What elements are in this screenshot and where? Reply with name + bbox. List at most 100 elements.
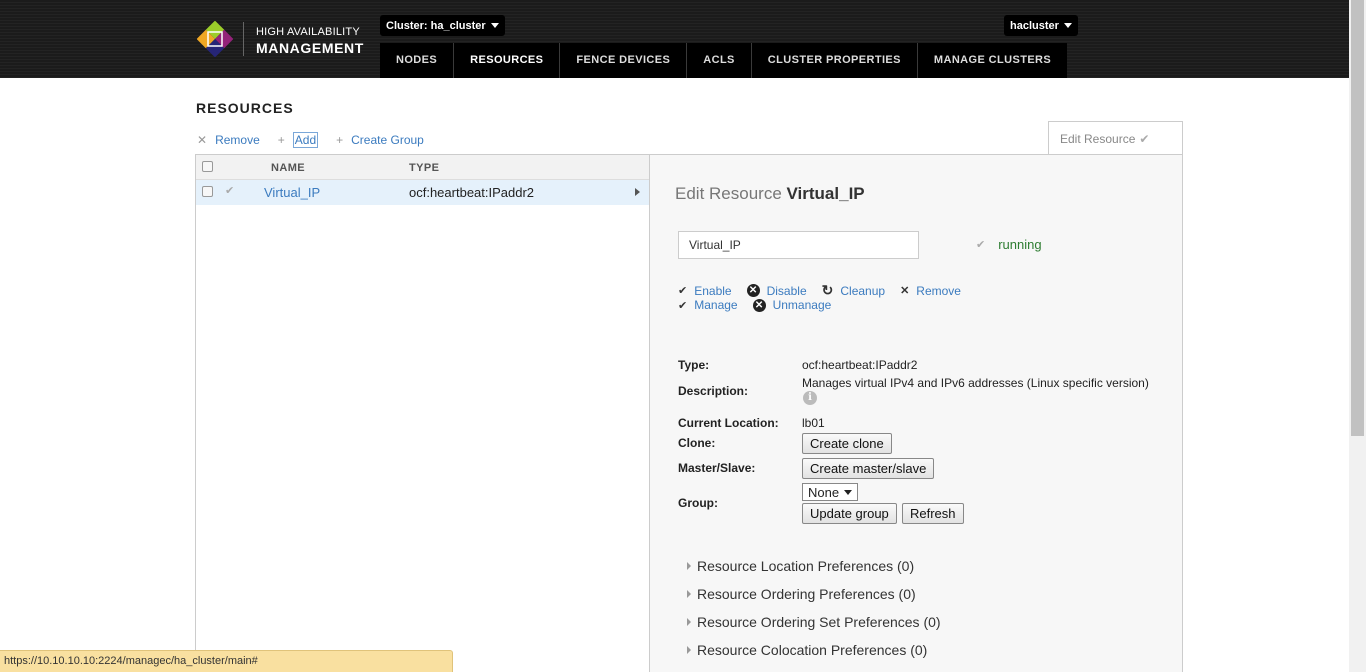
cleanup-label: Cleanup xyxy=(840,283,886,298)
enable-button[interactable]: ✔ Enable xyxy=(678,284,732,298)
edit-resource-panel: Edit Resource Virtual_IP ✔ running ✔ Ena… xyxy=(649,154,1183,672)
type-value: ocf:heartbeat:IPaddr2 xyxy=(802,358,918,372)
page: HIGH AVAILABILITY MANAGEMENT Cluster: ha… xyxy=(0,0,1366,672)
refresh-button[interactable]: Refresh xyxy=(902,503,964,524)
status-badge: ✔ running xyxy=(976,237,1042,252)
remove-resource-button[interactable]: ✕ Remove xyxy=(197,133,260,147)
app-title-line1: HIGH AVAILABILITY xyxy=(256,26,360,38)
current-location-value: lb01 xyxy=(802,416,825,430)
main-nav: NODES RESOURCES FENCE DEVICES ACLS CLUST… xyxy=(380,43,1068,78)
chevron-down-icon xyxy=(490,23,499,28)
app-title-line2: MANAGEMENT xyxy=(256,40,364,56)
plus-icon: + xyxy=(336,133,344,147)
cluster-dropdown-label: Cluster: ha_cluster xyxy=(386,19,486,32)
chevron-right-icon xyxy=(687,562,691,570)
chevron-down-icon xyxy=(844,489,852,495)
page-scrollbar[interactable] xyxy=(1349,0,1366,672)
app-title: HIGH AVAILABILITY MANAGEMENT xyxy=(256,26,364,56)
manage-button[interactable]: ✔ Manage xyxy=(678,298,738,312)
close-icon: ✕ xyxy=(197,133,208,147)
edit-resource-title: Edit Resource Virtual_IP xyxy=(675,184,865,204)
refresh-icon: ↻ xyxy=(821,282,834,298)
cluster-dropdown[interactable]: Cluster: ha_cluster xyxy=(380,15,505,36)
row-checkbox[interactable] xyxy=(202,186,213,197)
remove-label: Remove xyxy=(916,283,961,298)
table-row[interactable]: ✔ Virtual_IP ocf:heartbeat:IPaddr2 xyxy=(196,180,650,205)
check-icon: ✔ xyxy=(1139,132,1150,146)
tab-edit-resource-label: Edit Resource xyxy=(1060,132,1136,146)
cleanup-button[interactable]: ↻ Cleanup xyxy=(822,282,885,299)
logo-divider xyxy=(243,22,244,56)
table-header: NAME TYPE xyxy=(196,155,650,180)
check-icon: ✔ xyxy=(225,185,235,197)
add-resource-button[interactable]: + Add xyxy=(277,132,319,148)
colocation-preferences-label: Resource Colocation Preferences (0) xyxy=(697,642,928,658)
scrollbar-thumb[interactable] xyxy=(1351,0,1364,436)
nav-fence-devices[interactable]: FENCE DEVICES xyxy=(560,43,688,78)
location-preferences-label: Resource Location Preferences (0) xyxy=(697,558,915,574)
top-header: HIGH AVAILABILITY MANAGEMENT Cluster: ha… xyxy=(0,0,1349,78)
nav-acls[interactable]: ACLS xyxy=(687,43,752,78)
enable-label: Enable xyxy=(694,283,732,298)
unmanage-label: Unmanage xyxy=(772,298,832,312)
disable-button[interactable]: ✕ Disable xyxy=(746,283,807,298)
chevron-right-icon xyxy=(687,618,691,626)
create-clone-button[interactable]: Create clone xyxy=(802,433,892,454)
nav-manage-clusters[interactable]: MANAGE CLUSTERS xyxy=(918,43,1067,78)
description-label: Description: xyxy=(678,384,749,398)
current-location-label: Current Location: xyxy=(678,416,779,430)
manage-label: Manage xyxy=(694,298,738,312)
disable-label: Disable xyxy=(766,283,807,298)
chevron-right-icon xyxy=(687,590,691,598)
remove-label: Remove xyxy=(215,133,260,147)
ordering-set-preferences-label: Resource Ordering Set Preferences (0) xyxy=(697,614,941,630)
disable-icon: ✕ xyxy=(746,284,760,297)
ordering-set-preferences-toggle[interactable]: Resource Ordering Set Preferences (0) xyxy=(687,614,941,630)
resource-name-link[interactable]: Virtual_IP xyxy=(264,185,320,200)
nav-nodes[interactable]: NODES xyxy=(380,43,455,78)
group-label: Group: xyxy=(678,496,718,510)
check-icon: ✔ xyxy=(678,285,688,297)
page-title: RESOURCES xyxy=(196,100,294,116)
resource-name-field[interactable] xyxy=(678,231,919,259)
create-group-button[interactable]: + Create Group xyxy=(336,133,424,147)
master-slave-label: Master/Slave: xyxy=(678,461,756,475)
close-icon: ✕ xyxy=(900,285,910,297)
update-group-button[interactable]: Update group xyxy=(802,503,897,524)
column-header-type: TYPE xyxy=(409,162,440,174)
nav-cluster-properties[interactable]: CLUSTER PROPERTIES xyxy=(752,43,918,78)
unmanage-icon: ✕ xyxy=(752,298,766,312)
plus-icon: + xyxy=(277,133,285,147)
resource-type: ocf:heartbeat:IPaddr2 xyxy=(409,185,535,200)
description-value: Manages virtual IPv4 and IPv6 addresses … xyxy=(802,376,1149,390)
group-select[interactable]: None xyxy=(802,483,858,501)
user-dropdown[interactable]: hacluster xyxy=(1004,15,1078,36)
edit-resource-title-name: Virtual_IP xyxy=(786,184,865,203)
resource-ops-row-2: ✔ Manage ✕ Unmanage xyxy=(678,298,846,312)
remove-button[interactable]: ✕ Remove xyxy=(900,284,961,298)
colocation-preferences-toggle[interactable]: Resource Colocation Preferences (0) xyxy=(687,642,927,658)
ordering-preferences-toggle[interactable]: Resource Ordering Preferences (0) xyxy=(687,586,916,602)
location-preferences-toggle[interactable]: Resource Location Preferences (0) xyxy=(687,558,914,574)
column-header-name: NAME xyxy=(271,162,305,174)
resource-ops-row-1: ✔ Enable ✕ Disable ↻ Cleanup ✕ Remove xyxy=(678,282,976,299)
unmanage-button[interactable]: ✕ Unmanage xyxy=(752,298,832,312)
resource-list-panel: NAME TYPE ✔ Virtual_IP ocf:heartbeat:IPa… xyxy=(195,154,650,672)
create-master-slave-button[interactable]: Create master/slave xyxy=(802,458,935,479)
resource-actions: ✕ Remove + Add + Create Group xyxy=(197,132,442,148)
select-all-checkbox[interactable] xyxy=(202,161,213,172)
check-icon: ✔ xyxy=(976,239,986,251)
clone-label: Clone: xyxy=(678,436,716,450)
nav-resources[interactable]: RESOURCES xyxy=(454,43,561,78)
status-url: https://10.10.10.10:2224/managec/ha_clus… xyxy=(0,650,453,672)
tab-edit-resource[interactable]: Edit Resource ✔ xyxy=(1048,121,1183,155)
check-icon: ✔ xyxy=(678,299,688,312)
ordering-preferences-label: Resource Ordering Preferences (0) xyxy=(697,586,916,602)
edit-resource-title-prefix: Edit Resource xyxy=(675,184,782,203)
status-text: running xyxy=(998,237,1042,252)
chevron-down-icon xyxy=(1063,23,1072,28)
create-group-label: Create Group xyxy=(351,133,424,147)
info-icon[interactable]: i xyxy=(803,391,817,405)
user-dropdown-label: hacluster xyxy=(1010,19,1059,32)
chevron-right-icon xyxy=(687,646,691,654)
